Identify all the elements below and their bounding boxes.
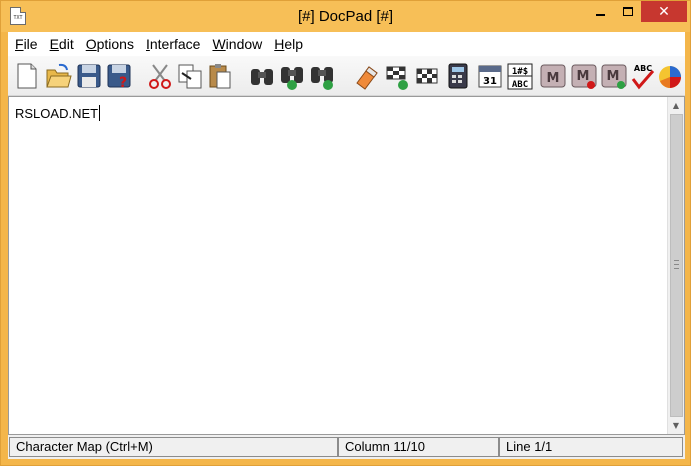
grip-icon [674, 260, 679, 269]
menu-window[interactable]: Window [212, 36, 262, 52]
new-document-icon [17, 63, 37, 89]
scroll-down-arrow-icon[interactable]: ▼ [668, 417, 684, 434]
color-picker-icon [659, 66, 681, 88]
scrollbar-thumb[interactable] [670, 114, 683, 417]
vertical-scrollbar[interactable]: ▲ ▼ [667, 97, 684, 434]
calculator-button[interactable] [444, 61, 472, 91]
svg-text:1#$: 1#$ [512, 67, 528, 77]
svg-text:ABC: ABC [512, 80, 528, 90]
status-bar: Character Map (Ctrl+M) Column 11/10 Line… [8, 435, 685, 459]
spell-check-button[interactable]: ABC [628, 61, 656, 91]
menu-interface[interactable]: Interface [146, 36, 200, 52]
macro-record-icon: M [571, 64, 597, 89]
character-map-icon: 1#$ ABC [507, 63, 533, 90]
save-icon [77, 64, 101, 88]
menu-options[interactable]: Options [86, 36, 134, 52]
menu-file[interactable]: File [15, 36, 38, 52]
menu-edit[interactable]: Edit [50, 36, 74, 52]
status-line: Line 1/1 [499, 437, 683, 457]
eraser-icon [356, 66, 378, 90]
cut-button[interactable] [146, 61, 174, 91]
color-picker-button[interactable] [656, 61, 684, 91]
character-map-button[interactable]: 1#$ ABC [506, 61, 534, 91]
svg-text:?: ? [119, 75, 127, 91]
save-button[interactable] [75, 61, 103, 91]
svg-text:31: 31 [483, 76, 497, 87]
status-column: Column 11/10 [338, 437, 499, 457]
calendar-icon: 31 [478, 65, 502, 88]
status-hint: Character Map (Ctrl+M) [9, 437, 338, 457]
title-bar[interactable]: TXT [#] DocPad [#] ✕ [1, 1, 690, 32]
close-button[interactable]: ✕ [641, 1, 687, 22]
svg-text:M: M [547, 71, 560, 86]
save-as-icon: ? [107, 64, 131, 91]
minimize-button[interactable] [587, 1, 614, 22]
editor-content[interactable]: RSLOAD.NET [15, 105, 101, 121]
find-next-button[interactable] [278, 61, 306, 91]
close-icon: ✕ [658, 3, 670, 20]
calculator-icon [448, 63, 468, 89]
new-document-button[interactable] [13, 61, 41, 91]
replace-button[interactable] [308, 61, 336, 91]
open-button[interactable] [44, 61, 72, 91]
finish-flag-icon [416, 68, 438, 84]
spell-check-icon: ABC [631, 64, 655, 90]
eraser-button[interactable] [353, 61, 381, 91]
minimize-icon [596, 13, 605, 16]
cut-icon [149, 64, 171, 89]
maximize-icon [622, 7, 633, 16]
macro-button[interactable]: M [539, 61, 567, 91]
macro-play-button[interactable]: M [600, 61, 628, 91]
copy-button[interactable] [176, 61, 204, 91]
toolbar: ? 31 1#$ ABC M M M ABC [8, 56, 685, 96]
goto-button[interactable] [383, 61, 411, 91]
maximize-button[interactable] [614, 1, 641, 22]
macro-play-icon: M [601, 64, 627, 89]
macro-icon: M [540, 64, 566, 88]
calendar-button[interactable]: 31 [476, 61, 504, 91]
open-folder-icon [46, 63, 72, 88]
macro-record-button[interactable]: M [570, 61, 598, 91]
text-editor[interactable]: RSLOAD.NET ▲ ▼ [8, 96, 685, 435]
svg-text:M: M [577, 69, 590, 84]
replace-icon [311, 67, 333, 90]
find-button[interactable] [248, 61, 276, 91]
svg-text:M: M [607, 69, 620, 84]
goto-flag-icon [386, 66, 408, 90]
text-caret [99, 105, 101, 121]
paste-icon [209, 64, 231, 89]
scroll-up-arrow-icon[interactable]: ▲ [668, 97, 684, 114]
save-as-button[interactable]: ? [105, 61, 133, 91]
app-window: TXT [#] DocPad [#] ✕ File Edit Options I… [0, 0, 691, 466]
menu-help[interactable]: Help [274, 36, 303, 52]
menu-bar: File Edit Options Interface Window Help [8, 32, 685, 56]
paste-button[interactable] [206, 61, 234, 91]
find-next-icon [281, 67, 303, 90]
copy-icon [178, 64, 202, 89]
finish-button[interactable] [413, 61, 441, 91]
find-icon [251, 69, 273, 85]
svg-text:ABC: ABC [634, 64, 652, 73]
